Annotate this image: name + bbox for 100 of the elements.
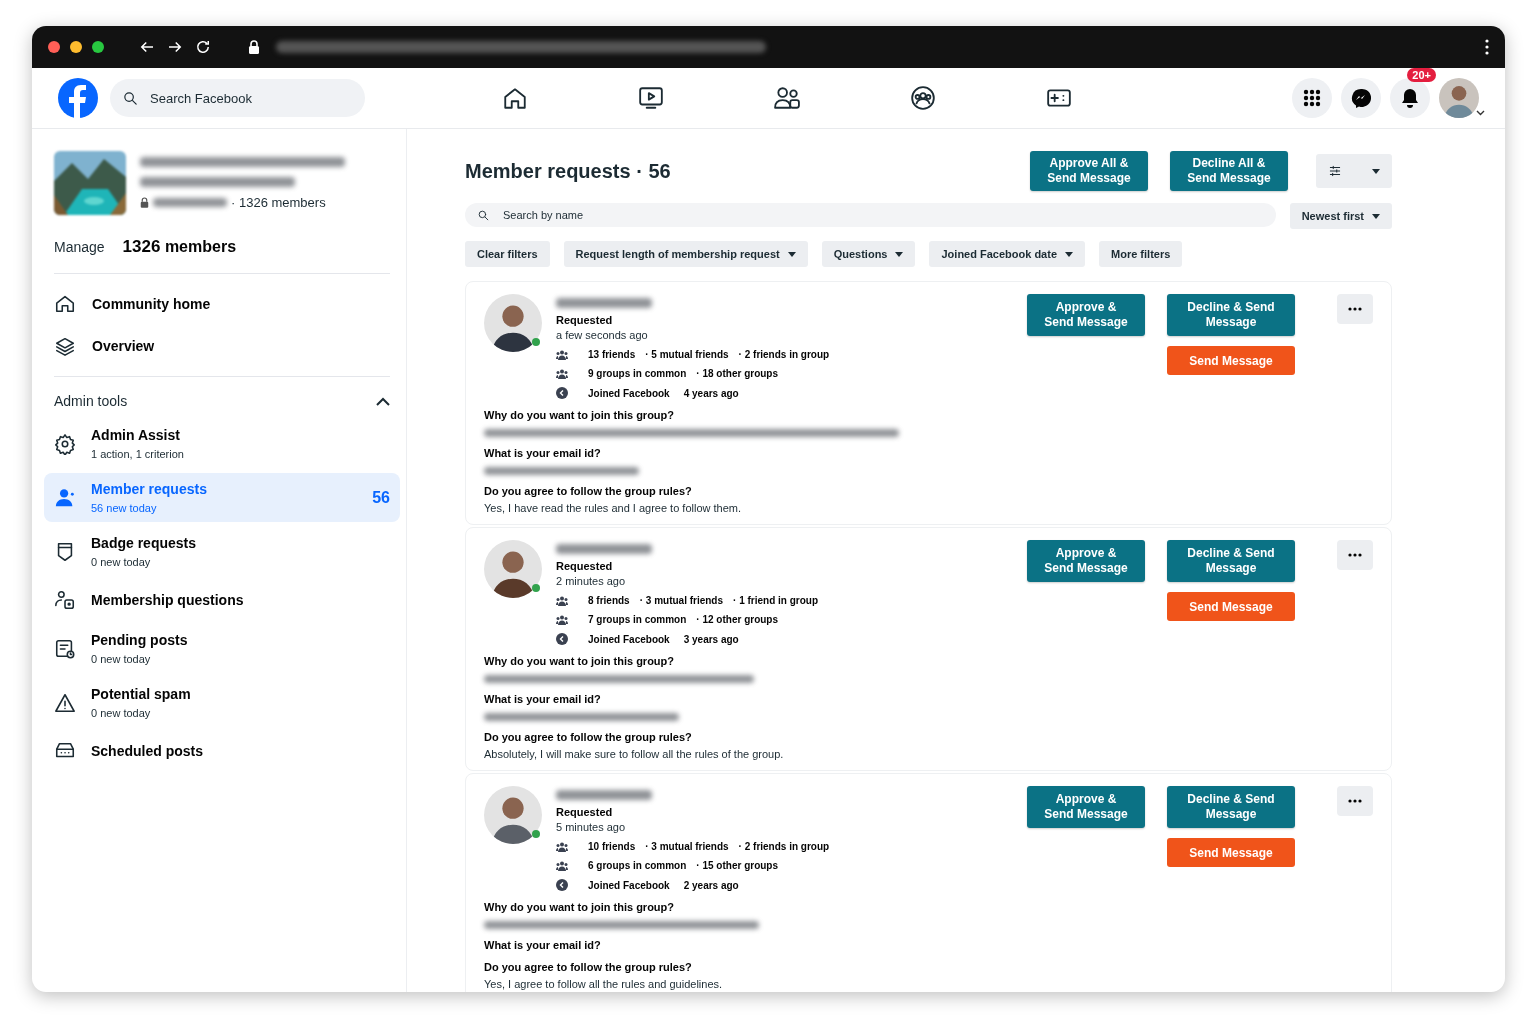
question-text: What is your email id? [484, 693, 602, 705]
question-text: Why do you want to join this group? [484, 655, 676, 667]
sidebar-item[interactable]: Member requests 56 new today 56 [44, 473, 400, 522]
decline-button[interactable]: Decline & Send Message [1167, 294, 1295, 336]
question-text: Why do you want to join this group? [484, 901, 676, 913]
send-message-button[interactable]: Send Message [1167, 592, 1295, 621]
people-icon [774, 85, 800, 111]
bulk-action-button[interactable]: Approve All & Send Message [1030, 151, 1148, 191]
close-window-button[interactable] [48, 41, 60, 53]
sort-dropdown[interactable]: Newest first [1289, 203, 1392, 229]
filter-dropdown[interactable]: Joined Facebook date [929, 241, 1085, 267]
person-icon [54, 486, 76, 509]
stat-text: 6 groups in common [588, 860, 687, 871]
people-icon [556, 614, 568, 625]
maximize-window-button[interactable] [92, 41, 104, 53]
stat-text: Joined Facebook [588, 387, 670, 399]
approve-button[interactable]: Approve & Send Message [1027, 786, 1145, 828]
filter-button[interactable]: Clear filters [465, 241, 550, 267]
more-button[interactable] [1337, 786, 1373, 816]
stat-text: 2 years ago [683, 879, 739, 891]
reload-icon[interactable] [194, 38, 212, 56]
sidebar-item[interactable]: Potential spam 0 new today [44, 678, 400, 727]
send-message-button[interactable]: Send Message [1167, 346, 1295, 375]
people-icon [556, 841, 568, 852]
stat-text: · 15 other groups [696, 860, 779, 871]
answer-text: Absolutely, I will make sure to follow all the rules of the group. [484, 748, 785, 760]
approve-button[interactable]: Approve & Send Message [1027, 294, 1145, 336]
sliders-icon [1328, 164, 1342, 178]
logo-icon[interactable] [58, 78, 98, 118]
more-icon[interactable] [1485, 39, 1489, 55]
sidebar-item[interactable]: Pending posts 0 new today [44, 624, 400, 673]
send-message-button[interactable]: Send Message [1167, 838, 1295, 867]
chevron-icon [376, 396, 390, 406]
more-icon [1348, 553, 1362, 557]
section-title: Admin tools [54, 393, 128, 409]
approve-button[interactable]: Approve & Send Message [1027, 540, 1145, 582]
filter-button[interactable]: More filters [1099, 241, 1183, 267]
settings-dropdown[interactable] [1316, 154, 1392, 188]
stat-text: 7 groups in common [588, 614, 687, 625]
stat-text: · 3 mutual friends [639, 595, 724, 606]
request-time: 2 minutes ago [556, 575, 627, 587]
stat-text: Joined Facebook [588, 633, 670, 645]
request-time: a few seconds ago [556, 329, 649, 341]
search-icon [122, 90, 139, 107]
nav-item[interactable]: Community home [54, 284, 390, 326]
decline-button[interactable]: Decline & Send Message [1167, 786, 1295, 828]
request-time: 5 minutes ago [556, 821, 627, 833]
profile-button[interactable] [1439, 78, 1479, 118]
nav-item[interactable]: Overview [54, 326, 390, 368]
member-total: 1326 members [122, 237, 237, 257]
messenger-button[interactable] [1341, 78, 1381, 118]
more-button[interactable] [1337, 540, 1373, 570]
question-text: What is your email id? [484, 939, 602, 951]
people-icon [556, 349, 568, 360]
gear-icon [54, 432, 76, 455]
home-icon [54, 293, 76, 315]
lock-icon [248, 40, 260, 54]
sidebar-item[interactable]: Badge requests 0 new today [44, 527, 400, 576]
sidebar-item[interactable]: Admin Assist 1 action, 1 criterion [44, 419, 400, 468]
more-icon [1348, 799, 1362, 803]
stat-text: 8 friends [588, 595, 630, 606]
people-icon [556, 595, 568, 606]
minimize-window-button[interactable] [70, 41, 82, 53]
video-icon [638, 85, 664, 111]
member-count: · 1326 members [231, 195, 326, 210]
manage-label: Manage [54, 239, 105, 255]
stat-text: 9 groups in common [588, 368, 687, 379]
question-text: Do you agree to follow the group rules? [484, 485, 693, 497]
caret-icon [787, 251, 796, 257]
people-icon [556, 860, 568, 871]
warning-icon [54, 691, 76, 714]
more-button[interactable] [1337, 294, 1373, 324]
sidebar-item[interactable]: Scheduled posts [44, 732, 400, 770]
stat-text: 3 years ago [683, 633, 739, 645]
stat-text: · 5 mutual friends [645, 349, 729, 360]
stat-text: · 18 other groups [696, 368, 779, 379]
chat-bubble-icon [1351, 88, 1371, 108]
stat-text: Joined Facebook [588, 879, 670, 891]
search-icon [477, 209, 490, 222]
person-lock-icon [54, 589, 76, 611]
caret-icon [1372, 168, 1380, 174]
request-status: Requested [556, 806, 614, 818]
question-text: Do you agree to follow the group rules? [484, 731, 693, 743]
collapse-button[interactable] [376, 396, 390, 406]
lock-icon [140, 197, 149, 208]
bulk-action-button[interactable]: Decline All & Send Message [1170, 151, 1288, 191]
search-field[interactable]: Search by name [465, 203, 1276, 227]
caret-icon [1476, 110, 1485, 116]
decline-button[interactable]: Decline & Send Message [1167, 540, 1295, 582]
groups-icon [910, 85, 936, 111]
question-text: What is your email id? [484, 447, 602, 459]
search-field[interactable]: Search Facebook [110, 79, 365, 117]
people-icon [556, 368, 568, 379]
filter-dropdown[interactable]: Request length of membership request [563, 241, 808, 267]
menu-button[interactable] [1292, 78, 1332, 118]
question-text: Why do you want to join this group? [484, 409, 676, 421]
filter-dropdown[interactable]: Questions [821, 241, 916, 267]
sidebar-item[interactable]: Membership questions [44, 581, 400, 619]
notifications-button[interactable] [1390, 78, 1430, 118]
stat-text: 4 years ago [683, 387, 739, 399]
